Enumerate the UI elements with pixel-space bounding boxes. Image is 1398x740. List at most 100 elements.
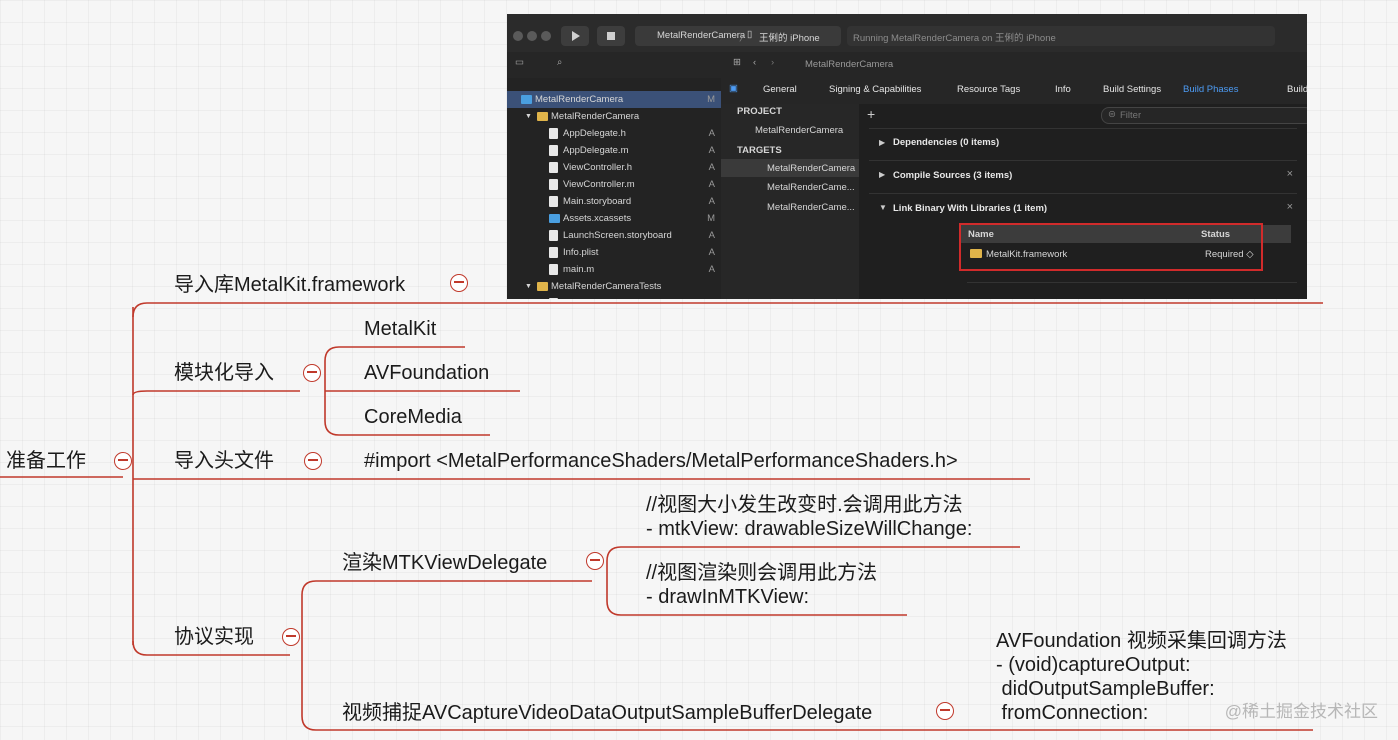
branch-protocol-impl[interactable]: 协议实现 — [174, 625, 254, 649]
navigator-item-label: MetalRenderCameraTests — [551, 281, 662, 292]
mtk-method-draw-in-view[interactable]: //视图渲染则会调用此方法 - drawInMTKView: — [646, 561, 877, 609]
forward-icon[interactable]: › — [771, 57, 774, 68]
target-item[interactable]: MetalRenderCame... — [767, 202, 855, 213]
navigator-item[interactable]: ViewController.h A — [507, 159, 721, 176]
mtk-delegate-node[interactable]: 渲染MTKViewDelegate — [342, 551, 547, 575]
editor-breadcrumb[interactable]: MetalRenderCamera — [805, 59, 893, 70]
tab-info[interactable]: Info — [1055, 84, 1071, 95]
branch-modular-import[interactable]: 模块化导入 — [174, 361, 274, 385]
navigator-item[interactable]: AppDelegate.m A — [507, 142, 721, 159]
video-delegate-node[interactable]: 视频捕捉AVCaptureVideoDataOutputSampleBuffer… — [342, 701, 872, 725]
module-coremedia[interactable]: CoreMedia — [364, 405, 462, 429]
navigator-item[interactable]: main.m A — [507, 261, 721, 278]
project-item[interactable]: MetalRenderCamera — [755, 125, 843, 136]
disclosure-down-icon[interactable]: ▼ — [525, 278, 532, 295]
scheme-selector[interactable]: MetalRenderCamera 〉 ▯ 王俐的 iPhone — [635, 26, 841, 46]
tab-resource-tags[interactable]: Resource Tags — [957, 84, 1020, 95]
source-control-status: A — [708, 179, 715, 190]
collapse-protocol-impl-icon[interactable] — [282, 628, 300, 646]
disclosure-down-icon[interactable]: ▼ — [879, 203, 887, 212]
collapse-root-icon[interactable] — [114, 452, 132, 470]
navigator-item-label: ViewController.m — [563, 179, 635, 190]
collapse-import-header-icon[interactable] — [304, 452, 322, 470]
tab-build-settings[interactable]: Build Settings — [1103, 84, 1161, 95]
navigator-item[interactable]: ▼ MetalRenderCameraTests — [507, 278, 721, 295]
collapse-video-delegate-icon[interactable] — [936, 702, 954, 720]
status-text: Running MetalRenderCamera on 王俐的 iPhone — [853, 33, 1056, 44]
source-control-status: A — [708, 247, 715, 258]
target-item[interactable]: MetalRenderCamera — [767, 163, 855, 174]
navigator-item[interactable]: Info.plist A — [507, 244, 721, 261]
navigator-item[interactable]: MetalRenderCamera M — [507, 91, 721, 108]
add-phase-icon[interactable]: + — [867, 106, 875, 122]
watermark: @稀土掘金技术社区 — [1224, 702, 1378, 721]
source-control-status: A — [709, 295, 715, 299]
collapse-mtk-delegate-icon[interactable] — [586, 552, 604, 570]
navigator-item-label: ViewController.h — [563, 162, 633, 173]
mtk-delegate-line — [301, 580, 592, 596]
collapse-modular-import-icon[interactable] — [303, 364, 321, 382]
search-icon[interactable]: ⌕ — [557, 57, 562, 68]
navigator-item[interactable]: AppDelegate.h A — [507, 125, 721, 142]
module-avfoundation[interactable]: AVFoundation — [364, 361, 489, 385]
window-minimize-icon[interactable] — [527, 31, 537, 41]
scheme-name: MetalRenderCamera — [657, 30, 746, 41]
source-control-status: A — [708, 145, 715, 156]
editor-tabs: General Signing & Capabilities Resource Ta… — [721, 78, 1307, 105]
project-icon — [521, 95, 532, 104]
root-node[interactable]: 准备工作 — [6, 449, 86, 473]
mtk-child-1-line — [606, 546, 1020, 562]
tab-signing-capabilities[interactable]: Signing & Capabilities — [829, 84, 921, 95]
filter-field[interactable]: ⊜ Filter — [1101, 107, 1307, 124]
targets-header: TARGETS — [737, 145, 782, 156]
remove-phase-icon[interactable]: × — [1287, 201, 1293, 213]
navigator-item[interactable]: ViewController.m A — [507, 176, 721, 193]
navigator-item[interactable]: MetalRenderCameraTests.m A — [507, 295, 721, 299]
navigator-item[interactable]: LaunchScreen.storyboard A — [507, 227, 721, 244]
target-item[interactable]: MetalRenderCame... — [767, 182, 855, 193]
source-control-status: A — [708, 230, 715, 241]
phase-link-binary[interactable]: Link Binary With Libraries (1 item) — [893, 203, 1047, 214]
source-control-status: A — [708, 162, 715, 173]
navigator-item[interactable]: ▼ MetalRenderCamera — [507, 108, 721, 125]
disclosure-right-icon[interactable]: ▶ — [879, 170, 885, 179]
source-control-status: A — [708, 264, 715, 275]
remove-phase-icon[interactable]: × — [1287, 168, 1293, 180]
collapse-import-library-icon[interactable] — [450, 274, 468, 292]
header-import-statement[interactable]: #import <MetalPerformanceShaders/MetalPe… — [364, 449, 958, 473]
phase-compile-sources[interactable]: Compile Sources (3 items) — [893, 170, 1012, 181]
navigator-item[interactable]: Main.storyboard A — [507, 193, 721, 210]
file-icon — [549, 264, 558, 275]
assets-icon — [549, 214, 560, 223]
stop-icon — [607, 32, 615, 40]
branch-import-library[interactable]: 导入库MetalKit.framework — [174, 273, 405, 297]
navigator-bar: ▭ ⌕ ⊞ ‹ › MetalRenderCamera — [507, 52, 1307, 79]
run-button[interactable] — [561, 26, 589, 46]
mtk-method-drawable-size[interactable]: //视图大小发生改变时.会调用此方法 - mtkView: drawableSi… — [646, 493, 972, 541]
stop-button[interactable] — [597, 26, 625, 46]
tab-general[interactable]: General — [763, 84, 797, 95]
xcode-screenshot: MetalRenderCamera 〉 ▯ 王俐的 iPhone Running… — [507, 14, 1307, 299]
grid-icon[interactable]: ⊞ — [733, 57, 741, 68]
window-close-icon[interactable] — [513, 31, 523, 41]
navigator-item-label: AppDelegate.m — [563, 145, 629, 156]
branch-import-header[interactable]: 导入头文件 — [174, 449, 274, 473]
navigator-item[interactable]: Assets.xcassets M — [507, 210, 721, 227]
file-icon — [549, 230, 558, 241]
back-icon[interactable]: ‹ — [753, 57, 756, 68]
navigator-item-label: main.m — [563, 264, 595, 275]
disclosure-right-icon[interactable]: ▶ — [879, 138, 885, 147]
folder-icon[interactable]: ▭ — [515, 57, 524, 68]
navigator-item-label: MetalRenderCamera — [535, 94, 624, 105]
device-name: 王俐的 iPhone — [759, 33, 820, 44]
phase-dependencies[interactable]: Dependencies (0 items) — [893, 137, 999, 148]
disclosure-down-icon[interactable]: ▼ — [525, 108, 532, 125]
build-phases-panel: + ⊜ Filter ▶ Dependencies (0 items) ▶ Co… — [859, 104, 1307, 299]
navigator-item-label: Assets.xcassets — [563, 213, 632, 224]
window-zoom-icon[interactable] — [541, 31, 551, 41]
navigator-item-label: Main.storyboard — [563, 196, 632, 207]
module-metalkit[interactable]: MetalKit — [364, 317, 436, 341]
tab-build-phases[interactable]: Build Phases — [1183, 84, 1238, 95]
sidebar-toggle-icon[interactable]: ▣ — [729, 83, 738, 94]
tab-build-r[interactable]: Build R — [1287, 84, 1307, 95]
